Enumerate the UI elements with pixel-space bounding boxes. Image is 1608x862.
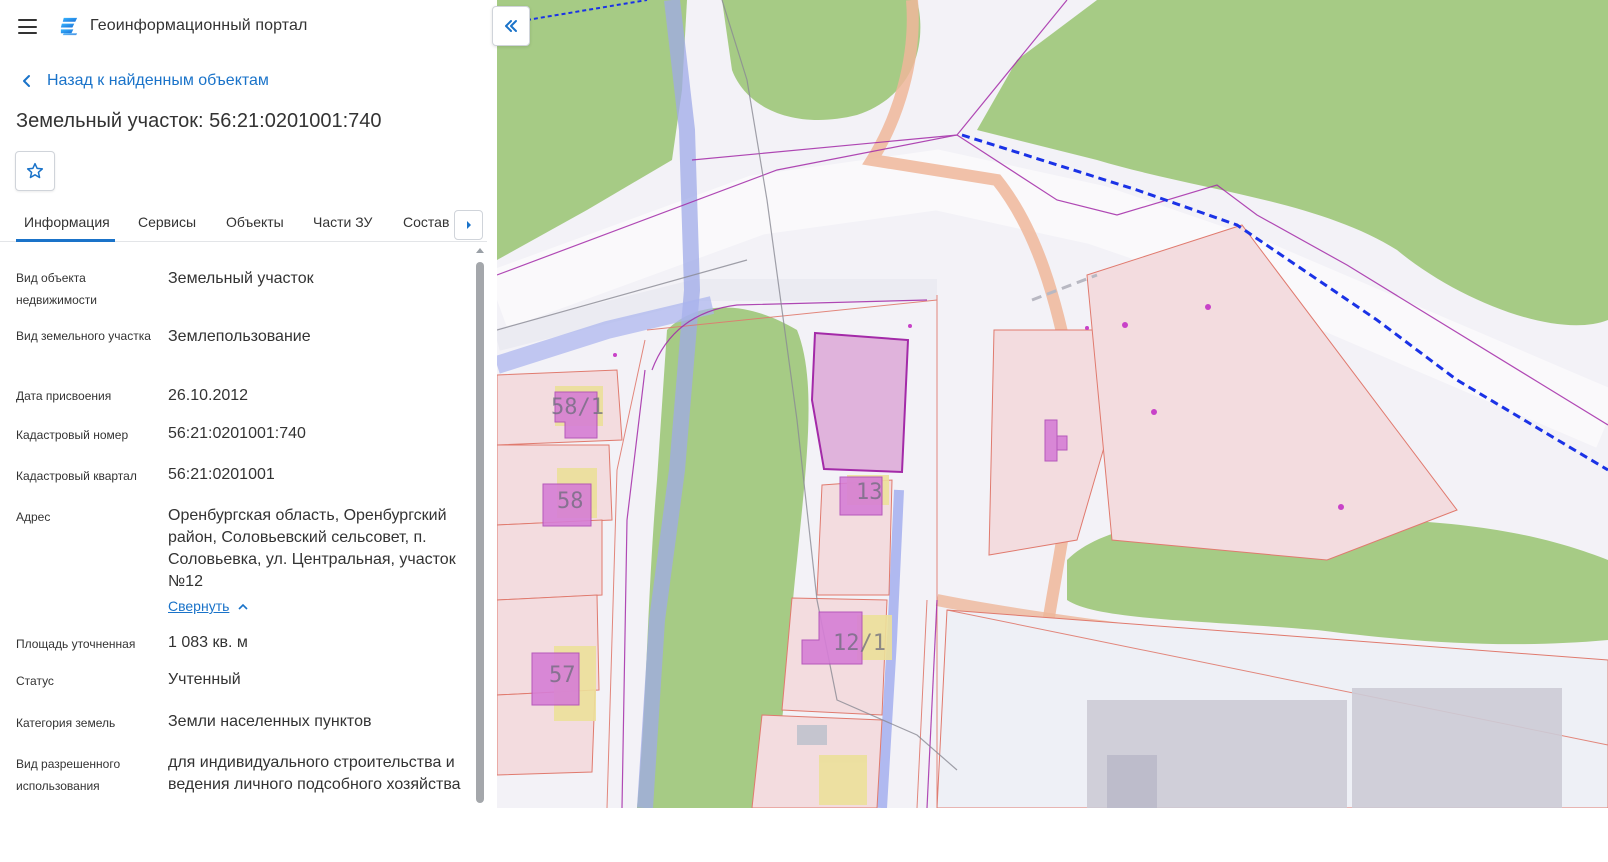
cadastral-map[interactable]: 58/1 58 57 13 12/1 [497, 0, 1608, 862]
scrollbar-thumb[interactable] [476, 262, 484, 803]
info-value: Учтенный [168, 671, 241, 688]
portal-logo-icon [60, 17, 78, 36]
tab-bar: Информация Сервисы Объекты Части ЗУ Сост… [0, 206, 487, 242]
collapse-label: Свернуть [168, 598, 230, 614]
selected-parcel[interactable] [810, 331, 910, 474]
tab-composition[interactable]: Состав [403, 214, 449, 230]
page-title: Земельный участок: 56:21:0201001:740 [16, 110, 382, 132]
house-number-label: 12/1 [833, 631, 886, 656]
info-value: 56:21:0201001 [168, 466, 275, 483]
info-label: Вид объекта недвижимости [16, 271, 97, 307]
active-tab-indicator [16, 239, 115, 242]
info-label: Категория земель [16, 716, 116, 730]
info-value: Земельный участок [168, 270, 314, 287]
info-label: Дата присвоения [16, 389, 112, 403]
scroll-up-arrow-icon[interactable] [476, 248, 484, 253]
tab-objects[interactable]: Объекты [226, 214, 284, 230]
app-header: Геоинформационный портал [0, 0, 497, 54]
info-label: Адрес [16, 510, 51, 524]
collapse-panel-button[interactable] [492, 6, 530, 46]
building-footprint [1352, 688, 1562, 808]
info-value: Земли населенных пунктов [168, 713, 372, 730]
info-label: Вид земельного участка [16, 329, 151, 343]
object-info-panel: Геоинформационный портал Назад к найденн… [0, 0, 497, 862]
favorite-button[interactable] [15, 151, 55, 191]
tab-parcel-parts[interactable]: Части ЗУ [313, 214, 372, 230]
info-value: 26.10.2012 [168, 387, 249, 404]
house-number-label: 58/1 [551, 395, 604, 420]
info-label: Статус [16, 674, 54, 688]
map-bottom-edge [497, 808, 1608, 862]
info-label: Кадастровый номер [16, 428, 129, 442]
chevron-up-icon [238, 603, 248, 610]
info-label: Площадь уточненная [16, 637, 136, 651]
info-value: Землепользование [168, 328, 311, 345]
star-outline-icon [26, 162, 44, 179]
info-label: Кадастровый квартал [16, 469, 137, 483]
tabs-scroll-right-button[interactable] [454, 210, 483, 240]
tab-information[interactable]: Информация [24, 214, 110, 230]
app-title: Геоинформационный портал [90, 17, 308, 34]
hamburger-icon[interactable] [18, 19, 37, 34]
double-chevron-left-icon [505, 20, 517, 32]
info-label: Вид разрешенного использования [16, 757, 121, 793]
back-to-results-link[interactable]: Назад к найденным объектам [20, 70, 269, 92]
info-value: 1 083 кв. м [168, 634, 248, 651]
info-value: для индивидуального строительства и веде… [168, 754, 461, 793]
house-number-label: 57 [549, 663, 576, 688]
map-canvas[interactable]: 58/1 58 57 13 12/1 [497, 0, 1608, 862]
back-link-label: Назад к найденным объектам [47, 72, 269, 89]
house-number-label: 58 [557, 489, 584, 514]
chevron-left-icon [23, 75, 30, 87]
info-value: 56:21:0201001:740 [168, 425, 306, 442]
caret-right-icon [466, 221, 471, 229]
tab-services[interactable]: Сервисы [138, 214, 196, 230]
collapse-address-link[interactable]: Свернуть [168, 598, 248, 614]
info-value: Оренбургская область, Оренбургский район… [168, 507, 456, 590]
house-number-label: 13 [856, 480, 883, 505]
